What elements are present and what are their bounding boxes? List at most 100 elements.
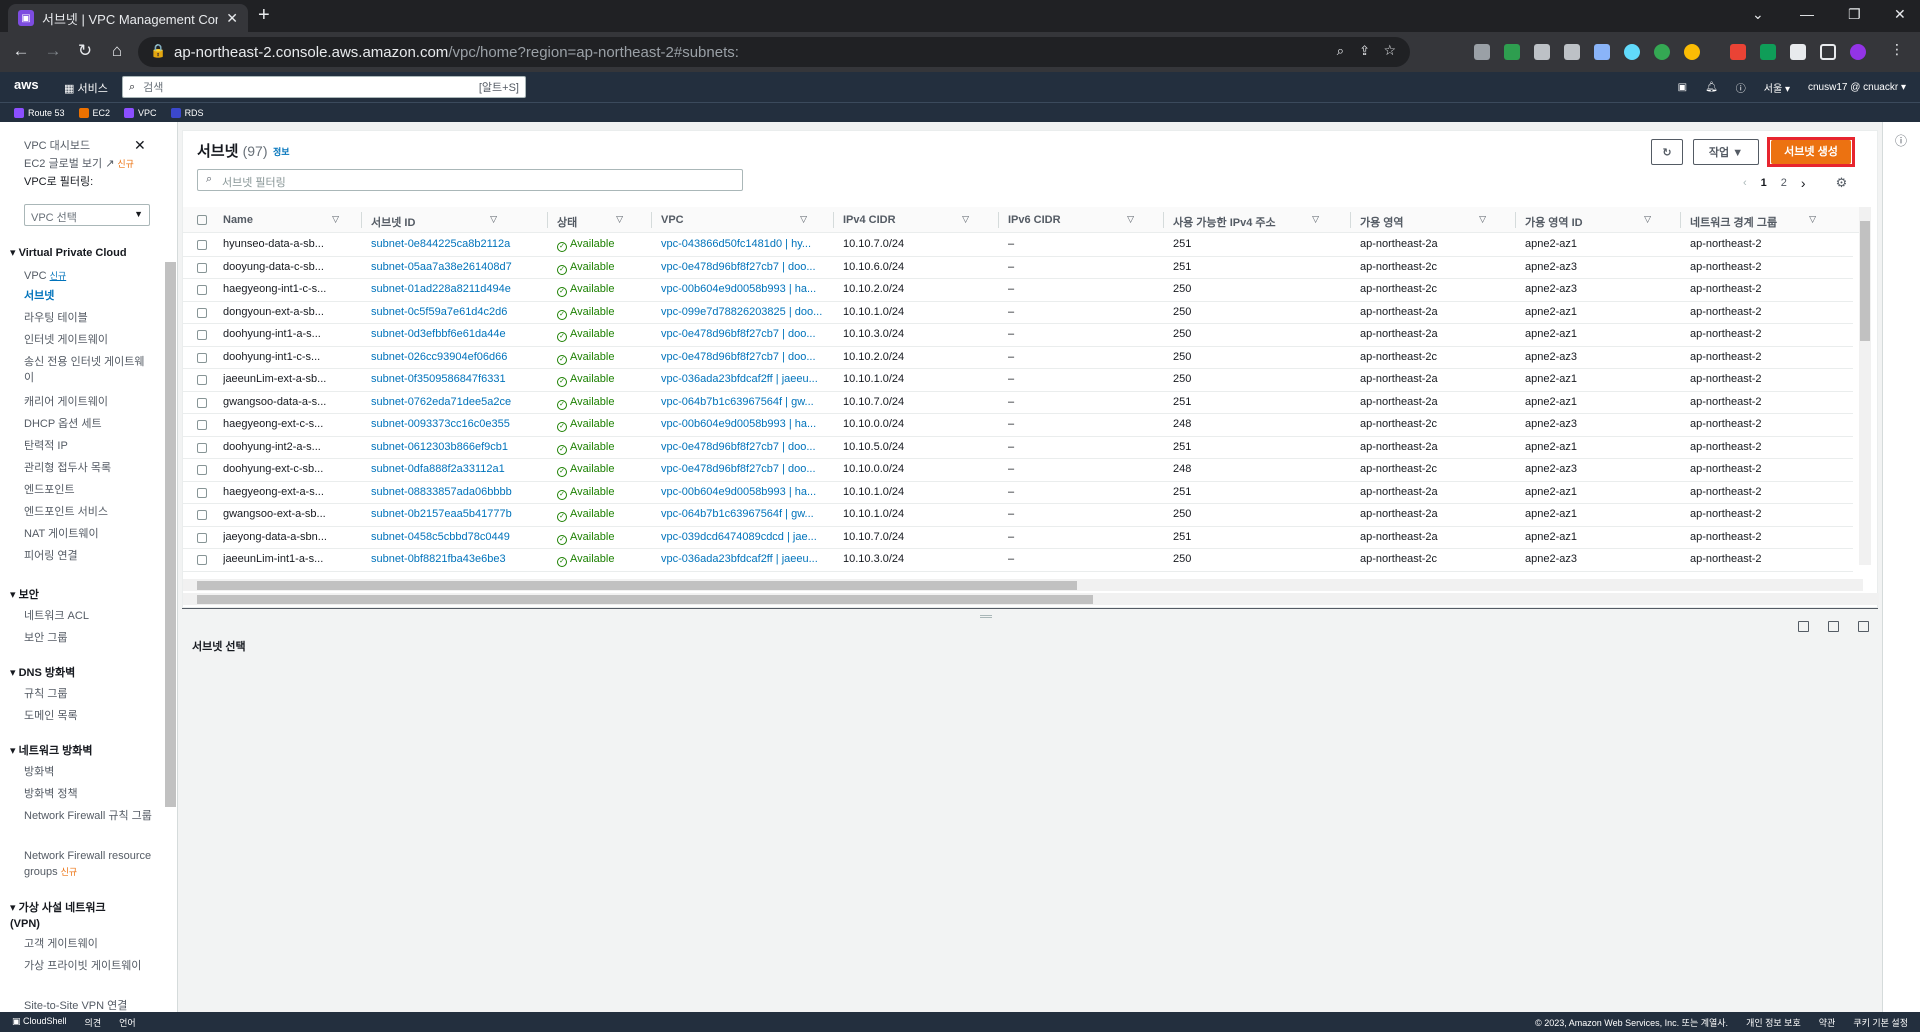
reload-icon[interactable]: ↻ <box>74 41 96 61</box>
header-col-subnet-id[interactable]: 서브넷 ID ▽ <box>371 214 497 230</box>
table-row[interactable]: gwangsoo-data-a-s... subnet-0762eda71dee5… <box>183 392 1853 414</box>
terms-link[interactable]: 약관 <box>1819 1016 1836 1029</box>
extensions-puzzle-icon[interactable] <box>1790 44 1806 60</box>
row-checkbox[interactable] <box>197 330 207 340</box>
browser-tab[interactable]: ▣ 서브넷 | VPC Management Con ✕ <box>8 4 248 32</box>
info-link[interactable]: 정보 <box>273 145 290 158</box>
cell-subnet-id[interactable]: subnet-05aa7a38e261408d7 <box>371 261 513 273</box>
cell-subnet-id[interactable]: subnet-0dfa888f2a33112a1 <box>371 463 513 475</box>
row-checkbox[interactable] <box>197 442 207 453</box>
table-row[interactable]: haegyeong-ext-a-s... subnet-08833857ada06… <box>183 482 1853 504</box>
vpc-filter-select[interactable]: VPC 선택 <box>24 204 150 226</box>
settings-gear-icon[interactable]: ⚙ <box>1836 175 1848 191</box>
row-checkbox[interactable] <box>197 352 207 363</box>
share-icon[interactable]: ⇪ <box>1359 43 1370 59</box>
cell-vpc[interactable]: vpc-0e478d96bf8f27cb7 | doo... <box>661 463 823 475</box>
sidebar-item-endpoint-services[interactable]: 엔드포인트 서비스 <box>24 504 152 520</box>
sidebar-item-internet-gateways[interactable]: 인터넷 게이트웨이 <box>24 332 152 348</box>
sidebar-item-route-tables[interactable]: 라우팅 테이블 <box>24 310 152 326</box>
section-vpc[interactable]: ▾ Virtual Private Cloud <box>10 246 127 259</box>
row-checkbox[interactable] <box>197 465 207 475</box>
cell-vpc[interactable]: vpc-0e478d96bf8f27cb7 | doo... <box>661 351 823 363</box>
section-network-firewall[interactable]: ▾ 네트워크 방화벽 <box>10 742 92 758</box>
sidebar-item-domain-lists[interactable]: 도메인 목록 <box>24 708 152 724</box>
cell-subnet-id[interactable]: subnet-0458c5cbbd78c0449 <box>371 531 513 543</box>
sort-icon[interactable]: ▽ <box>800 214 807 225</box>
sort-icon[interactable]: ▽ <box>1479 214 1486 225</box>
table-row[interactable]: doohyung-int1-c-s... subnet-026cc93904ef0… <box>183 347 1853 369</box>
next-page-icon[interactable]: › <box>1801 175 1806 191</box>
header-col-ipv4-cidr[interactable]: IPv4 CIDR ▽ <box>843 214 969 226</box>
table-row[interactable]: dooyung-data-c-sb... subnet-05aa7a38e2614… <box>183 257 1853 279</box>
sidebar-item-peering[interactable]: 피어링 연결 <box>24 548 152 564</box>
table-row[interactable]: jaeyong-data-a-sbn... subnet-0458c5cbbd78… <box>183 527 1853 549</box>
favorite-route53[interactable]: Route 53 <box>14 107 65 118</box>
split-maximize-icon[interactable] <box>1858 621 1869 632</box>
sidebar-item-global-view[interactable]: EC2 글로벌 보기 ↗ 신규 <box>24 156 152 172</box>
extension-icon[interactable] <box>1760 44 1776 60</box>
favorite-ec2[interactable]: EC2 <box>78 107 110 118</box>
menu-kebab-icon[interactable]: ⋮ <box>1886 41 1908 58</box>
column-resizer[interactable] <box>1515 212 1516 228</box>
subnet-filter-input[interactable]: ⌕ 서브넷 필터링 <box>197 169 743 191</box>
forward-icon[interactable]: → <box>42 41 64 61</box>
sidebar-item-carrier-gateways[interactable]: 캐리어 게이트웨이 <box>24 394 152 410</box>
services-menu[interactable]: ▦ 서비스 <box>64 80 108 96</box>
cell-vpc[interactable]: vpc-0e478d96bf8f27cb7 | doo... <box>661 328 823 340</box>
address-bar[interactable]: 🔒 ap-northeast-2.console.aws.amazon.com /… <box>138 37 1410 67</box>
page-1[interactable]: 1 <box>1761 177 1767 189</box>
sort-icon[interactable]: ▽ <box>1644 214 1651 225</box>
cell-subnet-id[interactable]: subnet-0d3efbbf6e61da44e <box>371 328 513 340</box>
header-col-vpc[interactable]: VPC ▽ <box>661 214 807 226</box>
cell-subnet-id[interactable]: subnet-0612303b866ef9cb1 <box>371 441 513 453</box>
table-row[interactable]: haegyeong-ext-c-s... subnet-0093373cc16c0… <box>183 414 1853 437</box>
sidebar-item-vpn-connections[interactable]: Site-to-Site VPN 연결 <box>24 998 152 1012</box>
cell-subnet-id[interactable]: subnet-0b2157eaa5b41777b <box>371 508 513 520</box>
split-side-icon[interactable] <box>1828 621 1839 632</box>
side-panel-icon[interactable] <box>1820 44 1836 60</box>
column-resizer[interactable] <box>1350 212 1351 228</box>
split-panel-divider[interactable] <box>182 608 1878 622</box>
cell-vpc[interactable]: vpc-036ada23bfdcaf2ff | jaeeu... <box>661 553 823 565</box>
cell-subnet-id[interactable]: subnet-01ad228a8211d494e <box>371 283 513 295</box>
search-input[interactable]: ⌕ 검색 [알트+S] <box>122 76 526 98</box>
section-security[interactable]: ▾ 보안 <box>10 586 39 602</box>
cell-subnet-id[interactable]: subnet-0f3509586847f6331 <box>371 373 513 385</box>
sidebar-item-network-acl[interactable]: 네트워크 ACL <box>24 608 152 624</box>
header-col-available-ips[interactable]: 사용 가능한 IPv4 주소 ▽ <box>1173 214 1319 230</box>
cell-vpc[interactable]: vpc-0e478d96bf8f27cb7 | doo... <box>661 261 823 273</box>
privacy-link[interactable]: 개인 정보 보호 <box>1746 1016 1801 1029</box>
sidebar-item-nfw-rule-groups[interactable]: Network Firewall 규칙 그룹 <box>24 808 152 824</box>
cell-subnet-id[interactable]: subnet-0093373cc16c0e355 <box>371 418 513 430</box>
column-resizer[interactable] <box>998 212 999 228</box>
notifications-icon[interactable]: 🔔︎ <box>1705 82 1718 93</box>
drag-handle-icon[interactable] <box>980 615 992 618</box>
header-col-az-id[interactable]: 가용 영역 ID ▽ <box>1525 214 1651 230</box>
row-checkbox[interactable] <box>197 262 207 273</box>
profile-avatar[interactable] <box>1850 44 1866 60</box>
zoom-icon[interactable]: ⌕ <box>1337 43 1344 59</box>
favorite-vpc[interactable]: VPC <box>124 107 157 118</box>
cloudshell-link[interactable]: ▣ CloudShell <box>12 1016 67 1029</box>
help-icon[interactable]: ⓘ <box>1736 80 1746 95</box>
cell-subnet-id[interactable]: subnet-0e844225ca8b2112a <box>371 238 513 250</box>
cell-vpc[interactable]: vpc-064b7b1c63967564f | gw... <box>661 396 823 408</box>
bookmark-star-icon[interactable]: ☆ <box>1383 42 1396 59</box>
table-row[interactable]: hyunseo-data-a-sb... subnet-0e844225ca8b2… <box>183 234 1853 257</box>
cell-vpc[interactable]: vpc-00b604e9d0058b993 | ha... <box>661 486 823 498</box>
split-bottom-icon[interactable] <box>1798 621 1809 632</box>
column-resizer[interactable] <box>1163 212 1164 228</box>
row-checkbox[interactable] <box>197 420 207 430</box>
refresh-button[interactable]: ↻ <box>1651 139 1683 165</box>
cell-vpc[interactable]: vpc-00b604e9d0058b993 | ha... <box>661 283 823 295</box>
sort-icon[interactable]: ▽ <box>616 214 623 225</box>
cell-subnet-id[interactable]: subnet-0bf8821fba43e6be3 <box>371 553 513 565</box>
minimize-icon[interactable]: — <box>1800 6 1814 22</box>
tab-search-icon[interactable]: ⌄ <box>1752 6 1764 23</box>
table-row[interactable]: jaeeunLim-int1-a-s... subnet-0bf8821fba43… <box>183 549 1853 572</box>
favorite-rds[interactable]: RDS <box>170 107 204 118</box>
sidebar-item-egress-gateways[interactable]: 송신 전용 인터넷 게이트웨이 <box>24 354 152 386</box>
table-vertical-scrollbar[interactable] <box>1859 207 1871 565</box>
cell-vpc[interactable]: vpc-036ada23bfdcaf2ff | jaeeu... <box>661 373 823 385</box>
row-checkbox[interactable] <box>197 532 207 543</box>
